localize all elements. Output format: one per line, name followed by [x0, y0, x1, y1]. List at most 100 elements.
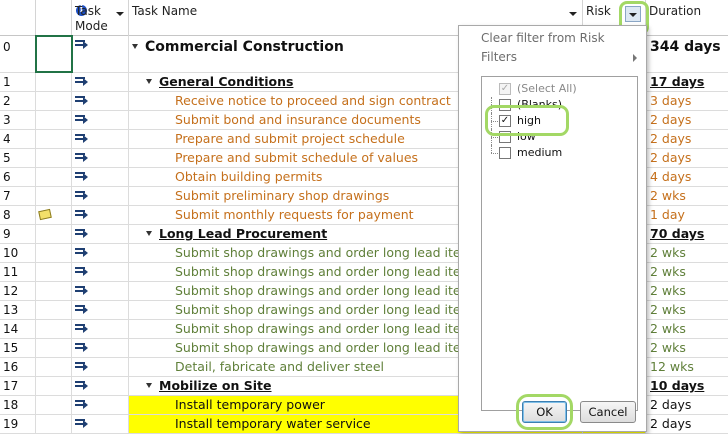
auto-scheduled-icon [75, 380, 89, 391]
indicator-cell[interactable] [36, 206, 72, 224]
task-mode-cell[interactable] [72, 149, 129, 167]
indicator-cell[interactable] [36, 244, 72, 262]
duration-cell[interactable]: 2 wks [646, 263, 728, 281]
task-mode-column-header[interactable]: Task Mode [72, 0, 129, 36]
task-mode-cell[interactable] [72, 282, 129, 300]
task-mode-cell[interactable] [72, 111, 129, 129]
task-mode-cell[interactable] [72, 225, 129, 243]
duration-cell[interactable]: 2 wks [646, 244, 728, 262]
auto-scheduled-icon [75, 190, 89, 201]
task-mode-cell[interactable] [72, 244, 129, 262]
duration-cell[interactable]: 3 days [646, 92, 728, 110]
filters-menu-item[interactable]: Filters [460, 48, 645, 67]
row-id: 0 [0, 36, 36, 72]
indicator-cell[interactable] [36, 73, 72, 91]
duration-cell[interactable]: 10 days [646, 377, 728, 395]
duration-cell[interactable]: 2 days [646, 111, 728, 129]
checkbox-select-all[interactable]: ✓ [499, 83, 511, 95]
task-mode-cell[interactable] [72, 168, 129, 186]
auto-scheduled-icon [75, 114, 89, 125]
task-mode-cell[interactable] [72, 187, 129, 205]
row-id: 2 [0, 92, 36, 110]
row-id: 19 [0, 415, 36, 433]
filter-option-medium[interactable]: medium [482, 145, 637, 161]
indicator-cell[interactable] [36, 92, 72, 110]
auto-scheduled-icon [75, 171, 89, 182]
note-icon[interactable] [38, 208, 52, 221]
tree-line [491, 145, 492, 153]
indicator-cell[interactable] [36, 168, 72, 186]
duration-cell[interactable]: 70 days [646, 225, 728, 243]
indicator-cell[interactable] [36, 396, 72, 414]
auto-scheduled-icon [75, 323, 89, 334]
task-mode-cell[interactable] [72, 301, 129, 319]
indicator-cell[interactable] [36, 282, 72, 300]
indicator-cell[interactable] [36, 339, 72, 357]
row-id: 17 [0, 377, 36, 395]
filter-option-select-all[interactable]: ✓ (Select All) [482, 81, 637, 97]
checkbox-medium[interactable] [499, 147, 511, 159]
duration-cell[interactable]: 4 days [646, 168, 728, 186]
duration-cell[interactable]: 2 days [646, 396, 728, 414]
collapse-triangle-icon[interactable] [146, 383, 152, 388]
row-id: 7 [0, 187, 36, 205]
auto-scheduled-icon [75, 418, 89, 429]
task-mode-cell[interactable] [72, 377, 129, 395]
clear-filter-menu-item[interactable]: Clear filter from Risk [460, 29, 645, 48]
auto-scheduled-icon [75, 95, 89, 106]
task-mode-cell[interactable] [72, 396, 129, 414]
duration-cell[interactable]: 12 wks [646, 358, 728, 376]
task-name-header-label: Task Name [132, 4, 198, 18]
indicator-cell[interactable] [36, 187, 72, 205]
task-mode-cell[interactable] [72, 415, 129, 433]
duration-cell[interactable]: 2 wks [646, 187, 728, 205]
duration-cell[interactable]: 2 days [646, 149, 728, 167]
indicator-cell[interactable] [36, 130, 72, 148]
duration-cell[interactable]: 2 wks [646, 339, 728, 357]
indicator-cell[interactable] [36, 415, 72, 433]
indicator-cell[interactable] [36, 225, 72, 243]
collapse-triangle-icon[interactable] [146, 79, 152, 84]
row-id: 14 [0, 320, 36, 338]
task-mode-cell[interactable] [72, 36, 129, 72]
task-mode-cell[interactable] [72, 320, 129, 338]
auto-scheduled-icon [75, 209, 89, 220]
duration-cell[interactable]: 2 wks [646, 320, 728, 338]
cancel-button[interactable]: Cancel [580, 401, 636, 423]
indicator-cell[interactable] [36, 358, 72, 376]
duration-cell[interactable]: 2 days [646, 130, 728, 148]
chevron-down-icon[interactable] [569, 12, 577, 16]
task-mode-cell[interactable] [72, 358, 129, 376]
row-id: 15 [0, 339, 36, 357]
task-mode-cell[interactable] [72, 339, 129, 357]
indicator-cell[interactable] [36, 149, 72, 167]
indicator-cell[interactable] [36, 111, 72, 129]
indicator-cell[interactable] [36, 320, 72, 338]
duration-cell[interactable]: 1 day [646, 206, 728, 224]
ok-button-callout [516, 394, 573, 430]
indicator-cell[interactable] [36, 263, 72, 281]
duration-cell[interactable]: 2 days [646, 415, 728, 433]
task-mode-cell[interactable] [72, 73, 129, 91]
duration-cell[interactable]: 2 wks [646, 282, 728, 300]
filters-label: Filters [481, 50, 517, 64]
duration-cell[interactable]: 2 wks [646, 301, 728, 319]
duration-column-header[interactable]: Duration [646, 0, 728, 36]
indicators-column-header[interactable]: i [36, 0, 87, 36]
duration-cell[interactable]: 344 days [646, 36, 728, 72]
select-all-corner[interactable] [0, 0, 36, 36]
task-mode-cell[interactable] [72, 92, 129, 110]
task-mode-cell[interactable] [72, 263, 129, 281]
task-mode-cell[interactable] [72, 206, 129, 224]
duration-cell[interactable]: 17 days [646, 73, 728, 91]
collapse-triangle-icon[interactable] [146, 231, 152, 236]
risk-header-label: Risk [586, 4, 611, 18]
task-name: Long Lead Procurement [159, 226, 328, 241]
task-mode-cell[interactable] [72, 130, 129, 148]
chevron-down-icon[interactable] [116, 12, 124, 16]
row-id: 8 [0, 206, 36, 224]
collapse-triangle-icon[interactable] [132, 43, 138, 49]
auto-scheduled-icon [75, 76, 89, 87]
indicator-cell[interactable] [36, 301, 72, 319]
indicator-cell[interactable] [36, 377, 72, 395]
